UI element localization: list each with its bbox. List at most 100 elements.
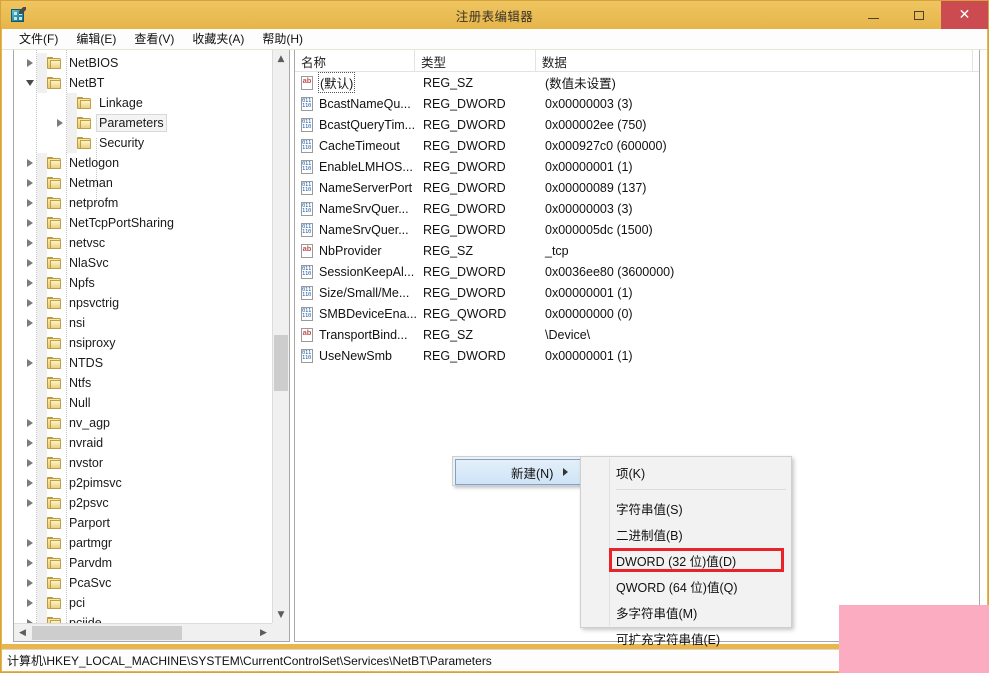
expand-arrow-icon[interactable] [22,433,37,453]
context-menu-item-new[interactable]: 新建(N) [455,459,581,485]
tree-node[interactable]: Linkage [14,93,272,113]
tree-node[interactable]: Parameters [14,113,272,133]
expand-arrow-icon[interactable] [22,273,37,293]
value-row[interactable]: 011 110 NameSrvQuer... REG_DWORD 0x000005dc … [295,219,979,240]
value-row[interactable]: 011 110 SessionKeepAl... REG_DWORD 0x0036ee8… [295,261,979,282]
value-row[interactable]: ab (默认) REG_SZ (数值未设置) [295,72,979,93]
value-type-cell: REG_DWORD [423,348,506,363]
tree-node[interactable]: Parvdm [14,553,272,573]
ctx-new-dword[interactable]: DWORD (32 位)值(D) [582,547,790,573]
expand-arrow-icon[interactable] [22,613,37,623]
value-row[interactable]: 011 110 NameSrvQuer... REG_DWORD 0x00000003 … [295,198,979,219]
expand-arrow-icon[interactable] [22,313,37,333]
ctx-new-qword[interactable]: QWORD (64 位)值(Q) [582,573,790,599]
expand-arrow-icon[interactable] [22,233,37,253]
minimize-button[interactable] [851,1,896,29]
expand-arrow-icon[interactable] [22,473,37,493]
column-header-name[interactable]: 名称 [295,50,415,72]
tree-node[interactable]: Security [14,133,272,153]
tree-node[interactable]: npsvctrig [14,293,272,313]
column-header-type[interactable]: 类型 [415,50,536,72]
expand-arrow-icon[interactable] [22,253,37,273]
tree-node[interactable]: nvraid [14,433,272,453]
value-row[interactable]: 011 110 NameServerPort REG_DWORD 0x00000089 … [295,177,979,198]
ctx-new-string[interactable]: 字符串值(S) [582,495,790,521]
value-row[interactable]: 011 110 BcastQueryTim... REG_DWORD 0x000002e… [295,114,979,135]
ctx-new-key[interactable]: 项(K) [582,459,790,485]
value-row[interactable]: ab TransportBind... REG_SZ \Device\ [295,324,979,345]
expand-arrow-icon[interactable] [22,173,37,193]
value-row[interactable]: 011 110 BcastNameQu... REG_DWORD 0x00000003 … [295,93,979,114]
expand-arrow-icon[interactable] [22,53,37,73]
tree-scroll-up-button[interactable]: ▲ [273,50,289,67]
value-row[interactable]: 011 110 CacheTimeout REG_DWORD 0x000927c0 (6… [295,135,979,156]
ctx-new-expand-string[interactable]: 可扩充字符串值(E) [582,625,790,651]
tree-node[interactable]: Parport [14,513,272,533]
tree-node[interactable]: PcaSvc [14,573,272,593]
maximize-button[interactable] [896,1,941,29]
tree-node[interactable]: NlaSvc [14,253,272,273]
tree-node[interactable]: nv_agp [14,413,272,433]
tree-node[interactable]: Netlogon [14,153,272,173]
expand-arrow-icon[interactable] [22,593,37,613]
tree-node[interactable]: p2pimsvc [14,473,272,493]
tree-node[interactable]: netvsc [14,233,272,253]
tree-vertical-scrollbar[interactable]: ▲ ▼ [272,50,289,623]
tree-node[interactable]: nsiproxy [14,333,272,353]
close-button[interactable]: ✕ [941,1,988,29]
tree-node[interactable]: Ntfs [14,373,272,393]
expand-arrow-icon[interactable] [22,553,37,573]
expand-arrow-icon[interactable] [22,193,37,213]
tree-node[interactable]: pciide [14,613,272,623]
expand-arrow-icon[interactable] [22,493,37,513]
expand-arrow-icon[interactable] [22,413,37,433]
expand-arrow-icon[interactable] [22,213,37,233]
tree-node[interactable]: partmgr [14,533,272,553]
expand-arrow-icon[interactable] [22,573,37,593]
expand-arrow-icon[interactable] [22,353,37,373]
ctx-new-binary[interactable]: 二进制值(B) [582,521,790,547]
tree-scroll-left-button[interactable]: ◀ [14,624,31,641]
tree-node[interactable]: nsi [14,313,272,333]
tree-horizontal-scroll-thumb[interactable] [32,626,182,640]
tree-node[interactable]: NTDS [14,353,272,373]
tree-node[interactable]: p2psvc [14,493,272,513]
expand-arrow-icon[interactable] [52,113,67,133]
ctx-new-multi-string[interactable]: 多字符串值(M) [582,599,790,625]
tree-node[interactable]: NetTcpPortSharing [14,213,272,233]
values-list[interactable]: ab (默认) REG_SZ (数值未设置) 011 110 BcastNameQu... R… [295,72,979,366]
tree-node[interactable]: nvstor [14,453,272,473]
tree-node[interactable]: Npfs [14,273,272,293]
submenu-items[interactable]: 项(K) 字符串值(S) 二进制值(B) DWORD (32 位)值(D) QWORD … [582,459,790,651]
menu-help[interactable]: 帮助(H) [253,28,312,50]
menu-file[interactable]: 文件(F) [10,28,67,50]
tree-node[interactable]: NetBIOS [14,53,272,73]
column-header-data[interactable]: 数据 [536,50,973,72]
registry-tree[interactable]: NetBIOS NetBT Linkage Parameters Security Net… [14,50,272,623]
value-row[interactable]: ab NbProvider REG_SZ _tcp [295,240,979,261]
value-row[interactable]: 011 110 SMBDeviceEna... REG_QWORD 0x00000000… [295,303,979,324]
tree-scroll-down-button[interactable]: ▼ [273,606,289,623]
value-row[interactable]: 011 110 EnableLMHOS... REG_DWORD 0x00000001 … [295,156,979,177]
value-row[interactable]: 011 110 Size/Small/Me... REG_DWORD 0x0000000… [295,282,979,303]
value-name-label: UseNewSmb [319,348,392,363]
tree-node[interactable]: Netman [14,173,272,193]
tree-scroll-right-button[interactable]: ▶ [255,624,272,641]
menu-favorites[interactable]: 收藏夹(A) [183,28,253,50]
tree-node[interactable]: pci [14,593,272,613]
menu-edit[interactable]: 编辑(E) [67,28,125,50]
tree-node[interactable]: Null [14,393,272,413]
value-row[interactable]: 011 110 UseNewSmb REG_DWORD 0x00000001 (1) [295,345,979,366]
expand-arrow-icon[interactable] [22,153,37,173]
tree-vertical-scroll-thumb[interactable] [274,335,288,391]
expand-arrow-icon[interactable] [22,293,37,313]
menu-view[interactable]: 查看(V) [125,28,183,50]
tree-node[interactable]: NetBT [14,73,272,93]
tree-node[interactable]: netprofm [14,193,272,213]
collapse-arrow-icon[interactable] [22,73,37,93]
expand-arrow-icon[interactable] [22,533,37,553]
expand-arrow-icon[interactable] [22,453,37,473]
tree-horizontal-scrollbar[interactable]: ◀ ▶ [14,623,272,641]
folder-icon [47,236,62,250]
